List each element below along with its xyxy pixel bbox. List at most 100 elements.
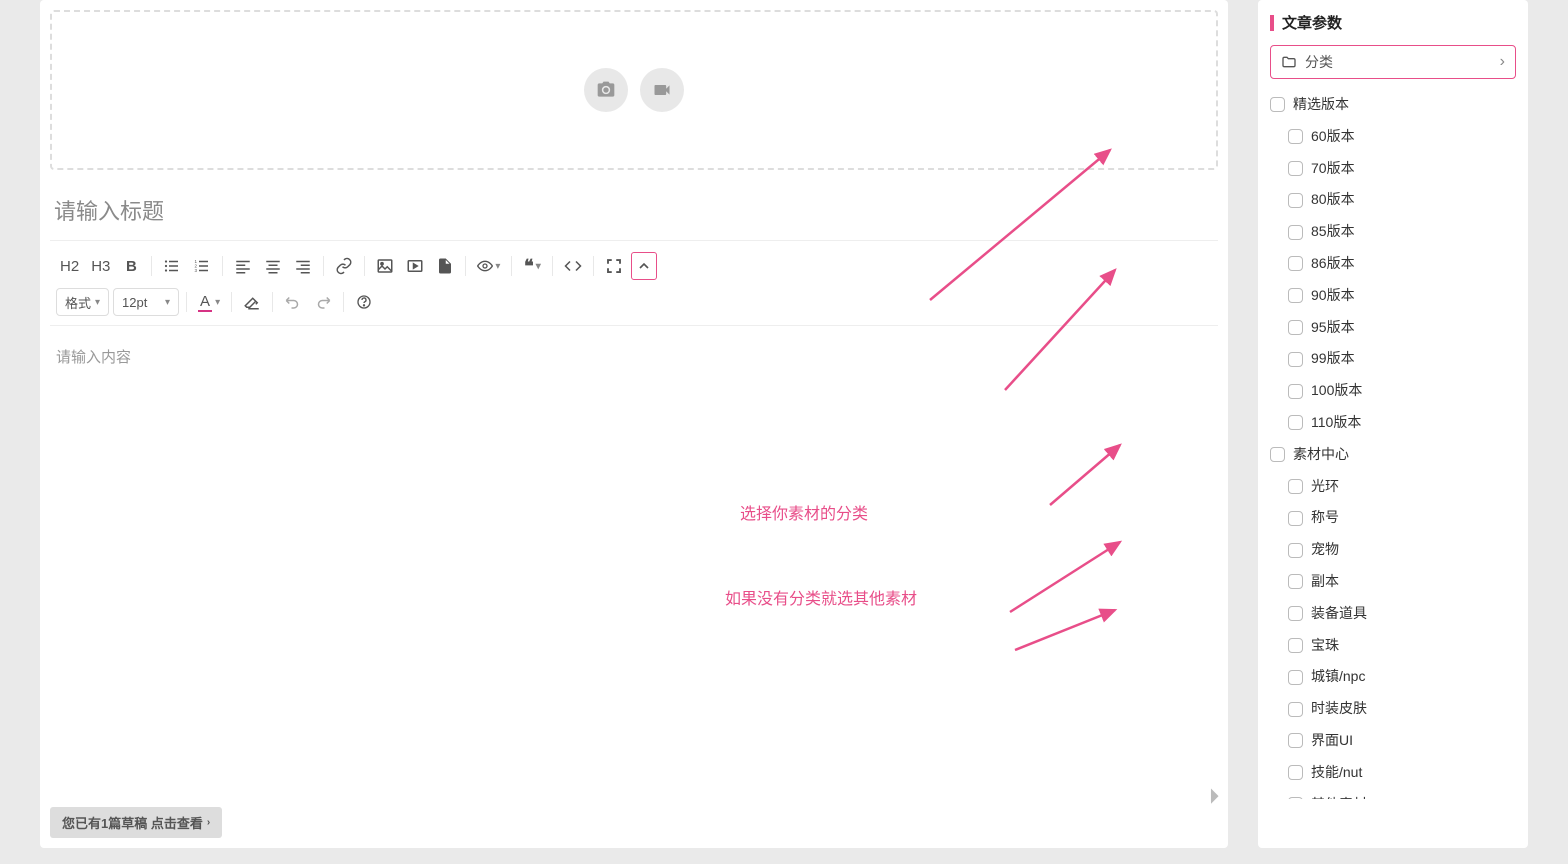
heading3-button[interactable]: H3 <box>87 252 114 280</box>
help-button[interactable] <box>351 288 377 316</box>
undo-icon <box>284 293 302 311</box>
separator <box>552 256 553 276</box>
category-item[interactable]: 称号 <box>1270 502 1528 534</box>
category-item[interactable]: 70版本 <box>1270 153 1528 185</box>
editor-toolbar: H2 H3 B 123 ▾ ❝▾ <box>50 240 1218 326</box>
video-icon <box>652 80 672 100</box>
category-checkbox[interactable] <box>1288 161 1303 176</box>
category-label: 装备道具 <box>1311 602 1367 626</box>
chevron-up-icon <box>636 258 652 274</box>
title-input[interactable]: 请输入标题 <box>50 170 1218 240</box>
category-checkbox[interactable] <box>1288 288 1303 303</box>
category-item[interactable]: 宠物 <box>1270 534 1528 566</box>
category-checkbox[interactable] <box>1288 606 1303 621</box>
category-checkbox[interactable] <box>1288 733 1303 748</box>
code-button[interactable] <box>560 252 586 280</box>
fullscreen-button[interactable] <box>601 252 627 280</box>
category-checkbox[interactable] <box>1288 320 1303 335</box>
link-button[interactable] <box>331 252 357 280</box>
category-checkbox[interactable] <box>1288 511 1303 526</box>
collapse-button[interactable] <box>631 252 657 280</box>
category-checkbox[interactable] <box>1288 384 1303 399</box>
category-checkbox[interactable] <box>1288 193 1303 208</box>
category-label: 精选版本 <box>1293 93 1349 117</box>
category-checkbox[interactable] <box>1288 352 1303 367</box>
align-right-icon <box>294 257 312 275</box>
category-checkbox[interactable] <box>1288 225 1303 240</box>
help-icon <box>356 294 372 310</box>
category-checkbox[interactable] <box>1270 97 1285 112</box>
category-item[interactable]: 85版本 <box>1270 216 1528 248</box>
video-embed-button[interactable] <box>402 252 428 280</box>
category-item[interactable]: 界面UI <box>1270 725 1528 757</box>
upload-video-button[interactable] <box>640 68 684 112</box>
category-item[interactable]: 100版本 <box>1270 375 1528 407</box>
eraser-button[interactable] <box>239 288 265 316</box>
content-input[interactable]: 请输入内容 <box>50 326 1218 387</box>
format-select[interactable]: 格式▾ <box>56 288 109 316</box>
video-embed-icon <box>406 257 424 275</box>
category-item[interactable]: 60版本 <box>1270 121 1528 153</box>
category-item[interactable]: 精选版本 <box>1270 89 1528 121</box>
folder-icon <box>1281 54 1297 70</box>
font-color-button[interactable]: A▾ <box>194 288 224 316</box>
category-checkbox[interactable] <box>1288 479 1303 494</box>
undo-button[interactable] <box>280 288 306 316</box>
category-label: 副本 <box>1311 570 1339 594</box>
align-center-button[interactable] <box>260 252 286 280</box>
category-item[interactable]: 技能/nut <box>1270 757 1528 789</box>
align-right-button[interactable] <box>290 252 316 280</box>
category-item[interactable]: 80版本 <box>1270 184 1528 216</box>
category-item[interactable]: 光环 <box>1270 471 1528 503</box>
image-icon <box>376 257 394 275</box>
category-item[interactable]: 95版本 <box>1270 312 1528 344</box>
category-checkbox[interactable] <box>1288 574 1303 589</box>
category-checkbox[interactable] <box>1288 129 1303 144</box>
category-checkbox[interactable] <box>1288 256 1303 271</box>
bullet-list-button[interactable] <box>159 252 185 280</box>
category-checkbox[interactable] <box>1288 415 1303 430</box>
category-item[interactable]: 素材中心 <box>1270 439 1528 471</box>
separator <box>186 292 187 312</box>
upload-image-button[interactable] <box>584 68 628 112</box>
quote-button[interactable]: ❝▾ <box>519 252 545 280</box>
bold-button[interactable]: B <box>118 252 144 280</box>
align-left-button[interactable] <box>230 252 256 280</box>
fontsize-select[interactable]: 12pt▾ <box>113 288 179 316</box>
category-label: 80版本 <box>1311 188 1355 212</box>
preview-button[interactable]: ▾ <box>473 252 504 280</box>
category-item[interactable]: 宝珠 <box>1270 630 1528 662</box>
category-label: 界面UI <box>1311 729 1353 753</box>
draft-notice-button[interactable]: 您已有1篇草稿 点击查看 › <box>50 807 222 838</box>
separator <box>151 256 152 276</box>
category-item[interactable]: 城镇/npc <box>1270 661 1528 693</box>
category-tree: 精选版本 60版本70版本 80版本 85版本 86版本90版本95版本 99版本 100版… <box>1270 79 1528 799</box>
category-item[interactable]: 90版本 <box>1270 280 1528 312</box>
category-checkbox[interactable] <box>1270 447 1285 462</box>
category-label: 分类 <box>1305 52 1333 72</box>
category-checkbox[interactable] <box>1288 638 1303 653</box>
category-checkbox[interactable] <box>1288 702 1303 717</box>
category-item[interactable]: 副本 <box>1270 566 1528 598</box>
category-checkbox[interactable] <box>1288 765 1303 780</box>
file-button[interactable] <box>432 252 458 280</box>
category-item[interactable]: 其他素材 <box>1270 789 1528 799</box>
category-dropdown[interactable]: 分类 › <box>1270 45 1516 79</box>
category-label: 85版本 <box>1311 220 1355 244</box>
category-item[interactable]: 时装皮肤 <box>1270 693 1528 725</box>
category-item[interactable]: 110版本 <box>1270 407 1528 439</box>
category-label: 99版本 <box>1311 347 1355 371</box>
category-checkbox[interactable] <box>1288 670 1303 685</box>
category-item[interactable]: 99版本 <box>1270 343 1528 375</box>
category-label: 称号 <box>1311 506 1339 530</box>
heading2-button[interactable]: H2 <box>56 252 83 280</box>
category-item[interactable]: 86版本 <box>1270 248 1528 280</box>
category-item[interactable]: 装备道具 <box>1270 598 1528 630</box>
sidebar-panel: 文章参数 分类 › 精选版本60版本70版本80版本85版本86版本90版本95… <box>1258 0 1528 848</box>
ordered-list-button[interactable]: 123 <box>189 252 215 280</box>
separator <box>511 256 512 276</box>
category-checkbox[interactable] <box>1288 797 1303 799</box>
category-checkbox[interactable] <box>1288 543 1303 558</box>
redo-button[interactable] <box>310 288 336 316</box>
image-button[interactable] <box>372 252 398 280</box>
